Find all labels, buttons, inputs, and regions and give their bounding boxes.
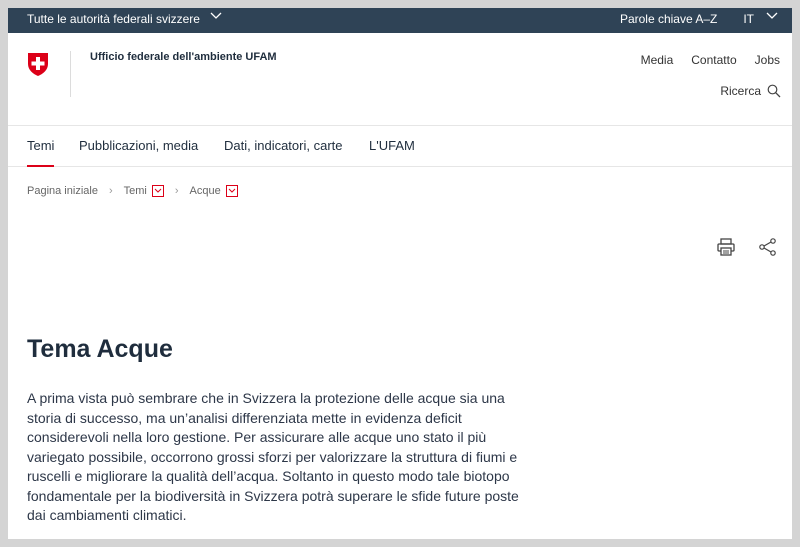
keywords-link[interactable]: Parole chiave A–Z [620, 12, 717, 26]
contact-link[interactable]: Contatto [691, 53, 736, 67]
tab-data-indicators-maps[interactable]: Dati, indicatori, carte [224, 138, 343, 153]
tab-publications-media[interactable]: Pubblicazioni, media [79, 138, 198, 153]
site-header: Ufficio federale dell'ambiente UFAM Medi… [8, 33, 792, 126]
intro-paragraph: A prima vista può sembrare che in Svizze… [27, 390, 519, 523]
top-bar-right: Parole chiave A–Z IT [620, 12, 778, 26]
chevron-down-icon [766, 12, 778, 21]
breadcrumb-home[interactable]: Pagina iniziale [27, 185, 98, 197]
tab-ufam[interactable]: L'UFAM [369, 138, 415, 153]
breadcrumb-acque[interactable]: Acque [190, 185, 221, 197]
top-bar: Tutte le autorità federali svizzere Paro… [8, 8, 792, 33]
swiss-coat-of-arms-logo[interactable] [27, 52, 49, 77]
breadcrumb-separator-icon: › [108, 185, 113, 197]
all-authorities-dropdown[interactable]: Tutte le autorità federali svizzere [27, 12, 222, 26]
jobs-link[interactable]: Jobs [755, 53, 780, 67]
all-authorities-label: Tutte le autorità federali svizzere [27, 12, 200, 26]
language-selector[interactable]: IT [743, 12, 778, 26]
breadcrumb-separator-icon: › [174, 185, 179, 197]
language-label: IT [743, 12, 754, 26]
breadcrumb-acque-dropdown-icon[interactable] [225, 185, 238, 197]
office-name[interactable]: Ufficio federale dell'ambiente UFAM [90, 51, 277, 63]
header-divider [70, 51, 71, 97]
print-icon[interactable] [716, 237, 736, 257]
main-navigation: Temi Pubblicazioni, media Dati, indicato… [8, 126, 792, 167]
search-icon [767, 84, 781, 98]
page: Tutte le autorità federali svizzere Paro… [8, 8, 792, 539]
header-links: Media Contatto Jobs [641, 53, 780, 67]
search-button[interactable]: Ricerca [720, 84, 781, 98]
breadcrumb-temi-dropdown-icon[interactable] [151, 185, 164, 197]
search-label: Ricerca [720, 84, 761, 98]
page-tools [716, 237, 778, 257]
share-icon[interactable] [758, 237, 778, 257]
breadcrumb-temi[interactable]: Temi [124, 185, 147, 197]
breadcrumb: Pagina iniziale › Temi › Acque [27, 185, 238, 197]
chevron-down-icon [210, 12, 222, 21]
media-link[interactable]: Media [641, 53, 674, 67]
tab-temi[interactable]: Temi [27, 138, 55, 167]
page-title: Tema Acque [27, 335, 173, 363]
